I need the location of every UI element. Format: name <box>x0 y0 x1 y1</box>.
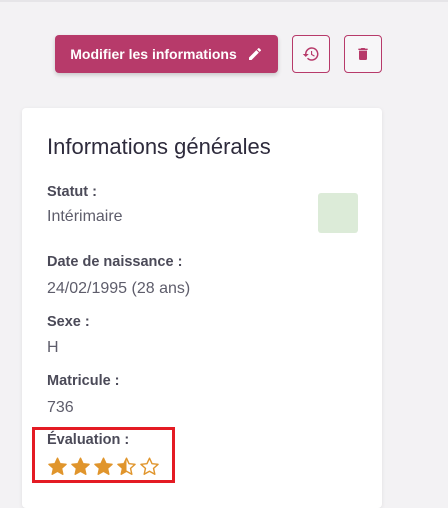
star-rating <box>47 456 160 477</box>
status-color-swatch <box>318 193 358 233</box>
employee-id-value: 736 <box>47 399 74 416</box>
edit-info-button[interactable]: Modifier les informations <box>55 35 278 73</box>
star-icon[interactable] <box>70 456 91 477</box>
pencil-icon <box>247 46 263 62</box>
birthdate-label: Date de naissance : <box>47 254 183 270</box>
birthdate-value: 24/02/1995 (28 ans) <box>47 280 191 297</box>
status-label: Statut : <box>47 184 97 200</box>
trash-icon <box>355 46 371 62</box>
star-icon[interactable] <box>47 456 68 477</box>
history-button[interactable] <box>292 35 330 73</box>
toolbar: Modifier les informations <box>55 35 382 73</box>
delete-button[interactable] <box>344 35 382 73</box>
edit-info-label: Modifier les informations <box>70 46 237 62</box>
status-value: Intérimaire <box>47 208 123 225</box>
sex-label: Sexe : <box>47 314 90 330</box>
employee-id-label: Matricule : <box>47 373 120 389</box>
card-title: Informations générales <box>47 134 271 159</box>
history-icon <box>302 45 320 63</box>
sex-value: H <box>47 339 59 356</box>
star-icon[interactable] <box>93 456 114 477</box>
star-icon[interactable] <box>139 456 160 477</box>
star-icon[interactable] <box>116 456 137 477</box>
top-divider <box>0 0 448 2</box>
